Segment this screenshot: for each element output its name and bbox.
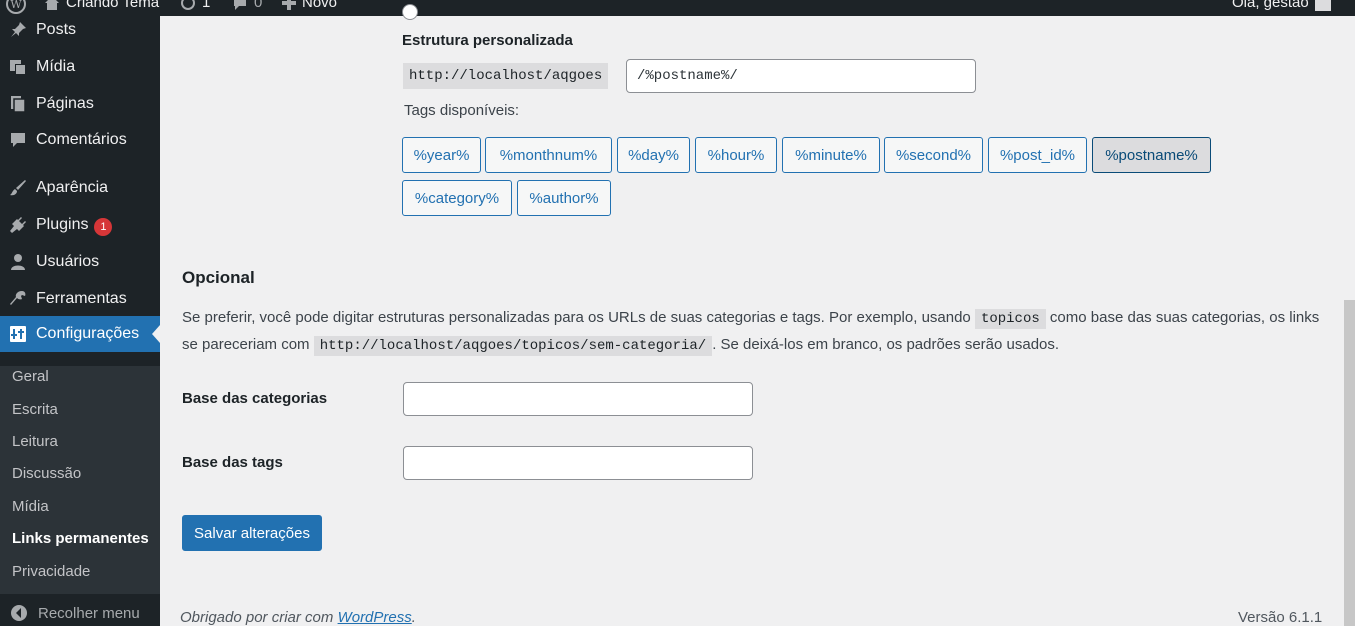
submenu-discussion[interactable]: Discussão xyxy=(12,465,81,482)
menu-item-posts[interactable]: Posts xyxy=(0,12,160,48)
optional-description: Se preferir, você pode digitar estrutura… xyxy=(182,305,1322,359)
menu-label: Mídia xyxy=(36,58,76,75)
site-name-link[interactable]: Criando Tema xyxy=(44,0,159,11)
submenu-privacy[interactable]: Privacidade xyxy=(12,563,90,580)
menu-label: Aparência xyxy=(36,179,109,196)
brush-icon xyxy=(8,178,28,198)
svg-text:W: W xyxy=(10,0,22,11)
comments-count: 0 xyxy=(254,0,263,11)
new-content-link[interactable]: Novo xyxy=(282,0,337,11)
menu-item-users[interactable]: Usuários xyxy=(0,244,160,280)
menu-label: Plugins xyxy=(36,216,89,233)
menu-label: Comentários xyxy=(36,131,127,148)
menu-item-tools[interactable]: Ferramentas xyxy=(0,281,160,317)
menu-item-media[interactable]: Mídia xyxy=(0,49,160,85)
new-label: Novo xyxy=(302,0,338,11)
desc-code-url: http://localhost/aqgoes/topicos/sem-cate… xyxy=(313,336,713,356)
desc-text-1: Se preferir, você pode digitar estrutura… xyxy=(182,309,975,326)
submenu-permalinks[interactable]: Links permanentes xyxy=(12,530,149,547)
menu-item-comments[interactable]: Comentários xyxy=(0,122,160,158)
settings-icon xyxy=(8,324,28,344)
menu-label: Configurações xyxy=(36,325,140,342)
comments-icon xyxy=(8,130,28,150)
updates-count: 1 xyxy=(202,0,211,11)
tag-button-minute[interactable]: %minute% xyxy=(782,137,880,173)
menu-item-appearance[interactable]: Aparência xyxy=(0,170,160,206)
pin-icon xyxy=(8,20,28,40)
site-name: Criando Tema xyxy=(66,0,160,11)
submenu-reading[interactable]: Leitura xyxy=(12,433,58,450)
my-account-link[interactable]: Olá, gestao xyxy=(1232,0,1331,11)
menu-label: Usuários xyxy=(36,253,100,270)
footer-thanks: Obrigado por criar com WordPress. xyxy=(180,609,416,626)
footer-thanks-text: Obrigado por criar com xyxy=(180,609,338,626)
user-icon xyxy=(8,252,28,272)
tag-button-post-id[interactable]: %post_id% xyxy=(988,137,1087,173)
menu-label: Posts xyxy=(36,21,77,38)
collapse-menu-button[interactable]: Recolher menu xyxy=(10,604,140,622)
plugin-icon xyxy=(8,215,28,235)
category-base-label: Base das categorias xyxy=(182,390,328,407)
admin-sidebar: Posts Mídia Páginas Comentários Aparênci… xyxy=(0,16,160,626)
submenu-writing[interactable]: Escrita xyxy=(12,401,58,418)
tag-button-year[interactable]: %year% xyxy=(402,137,481,173)
collapse-arrow-icon xyxy=(11,605,27,621)
tag-button-day[interactable]: %day% xyxy=(617,137,690,173)
menu-label: Ferramentas xyxy=(36,290,127,307)
tag-base-input[interactable] xyxy=(403,446,753,480)
save-changes-button[interactable]: Salvar alterações xyxy=(182,515,322,551)
home-icon xyxy=(45,0,59,10)
custom-structure-label: Estrutura personalizada xyxy=(402,32,573,49)
category-base-input[interactable] xyxy=(403,382,753,416)
tag-button-author[interactable]: %author% xyxy=(517,180,611,216)
tag-button-monthnum[interactable]: %monthnum% xyxy=(485,137,612,173)
wrench-icon xyxy=(8,289,28,309)
footer-period: . xyxy=(411,609,416,626)
menu-label: Páginas xyxy=(36,95,94,112)
tag-base-label: Base das tags xyxy=(182,454,283,471)
available-tags-label: Tags disponíveis: xyxy=(404,102,520,119)
page-scrollbar[interactable] xyxy=(1344,300,1355,626)
plus-icon xyxy=(282,0,296,10)
menu-item-pages[interactable]: Páginas xyxy=(0,86,160,122)
updates-icon xyxy=(181,0,195,10)
pages-icon xyxy=(8,94,28,114)
tag-button-second[interactable]: %second% xyxy=(884,137,983,173)
submenu-media[interactable]: Mídia xyxy=(12,498,49,515)
desc-text-3: . Se deixá-los em branco, os padrões ser… xyxy=(712,336,1060,353)
tag-button-hour[interactable]: %hour% xyxy=(695,137,777,173)
tag-button-category[interactable]: %category% xyxy=(402,180,512,216)
media-icon xyxy=(8,57,28,77)
tag-button-postname[interactable]: %postname% xyxy=(1092,137,1211,173)
permalink-prefix: http://localhost/aqgoes xyxy=(403,63,609,89)
submenu-general[interactable]: Geral xyxy=(12,368,49,385)
permalink-structure-input[interactable]: /%postname%/ xyxy=(626,59,976,93)
collapse-label: Recolher menu xyxy=(38,604,140,622)
menu-item-plugins[interactable]: Plugins 1 xyxy=(0,207,160,243)
radio-custom-structure[interactable] xyxy=(402,4,418,20)
greeting: Olá, gestao xyxy=(1232,0,1309,11)
comment-icon xyxy=(234,0,246,10)
menu-item-settings[interactable]: Configurações xyxy=(0,316,160,352)
desc-code-example: topicos xyxy=(974,309,1046,329)
updates-link[interactable]: 1 xyxy=(180,0,210,11)
admin-bar: W Criando Tema 1 0 Novo Olá, gestao xyxy=(0,0,1355,16)
plugin-update-badge: 1 xyxy=(94,218,113,236)
permalink-structure-value: /%postname%/ xyxy=(637,68,738,84)
avatar xyxy=(1314,0,1331,11)
footer-version: Versão 6.1.1 xyxy=(1238,609,1323,626)
wordpress-link[interactable]: WordPress xyxy=(338,609,412,626)
optional-section-title: Opcional xyxy=(182,268,255,287)
comments-link[interactable]: 0 xyxy=(232,0,262,11)
